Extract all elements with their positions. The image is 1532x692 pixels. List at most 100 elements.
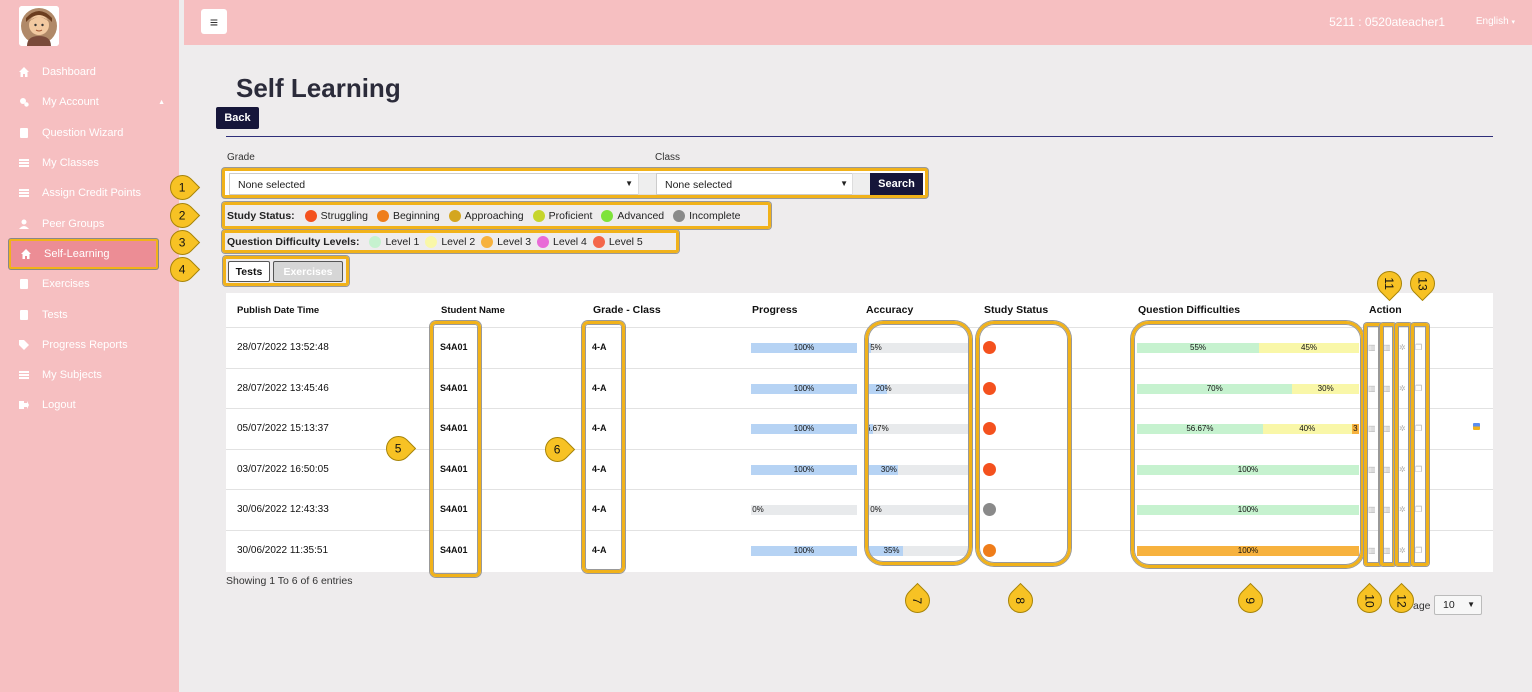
sidebar-item-label: My Subjects (42, 369, 102, 382)
callout-marker-7: 7 (899, 582, 936, 619)
callout-number: 10 (1362, 593, 1377, 608)
callout-marker-12: 12 (1383, 582, 1420, 619)
callout-number: 7 (910, 597, 925, 604)
home-icon (21, 248, 33, 259)
sidebar-item-label: My Account (42, 96, 99, 109)
tab-bar: Tests Exercises (223, 256, 349, 286)
publish-date: 30/06/2022 11:35:51 (237, 545, 329, 556)
list-icon (19, 370, 31, 380)
table-info: Showing 1 To 6 of 6 entries (226, 575, 353, 587)
caret-down-icon: ▼ (1467, 600, 1475, 609)
sidebar-item-self-learning[interactable]: Self-Learning (9, 238, 158, 270)
sidebar-item-progress-reports[interactable]: Progress Reports (0, 330, 179, 360)
callout-number: 3 (179, 235, 186, 250)
callout-number: 11 (1382, 277, 1397, 290)
sidebar: Dashboard My Account ▲ Question Wizard My Cl… (0, 0, 179, 692)
callout-number: 8 (1013, 597, 1028, 604)
highlight-accuracy-column (865, 321, 972, 565)
sidebar-item-dashboard[interactable]: Dashboard (0, 57, 179, 87)
difficulty-dot-icon (592, 235, 605, 248)
legend-level-3: Level 3 (481, 235, 531, 248)
header-study-status[interactable]: Study Status (984, 304, 1048, 316)
sidebar-item-question-wizard[interactable]: Question Wizard (0, 118, 179, 148)
highlight-grade-column (582, 321, 625, 573)
sidebar-item-my-account[interactable]: My Account ▲ (0, 87, 179, 117)
legend-level-2: Level 2 (425, 235, 475, 248)
study-status-title: Study Status: (227, 209, 295, 222)
filter-bar: None selected ▼ None selected ▼ Search (222, 168, 928, 198)
header-question-difficulties[interactable]: Question Difficulties (1138, 304, 1240, 316)
progress-text: 100% (793, 546, 815, 555)
highlight-status-column (976, 321, 1071, 566)
progress-bar: 100% (751, 424, 857, 435)
progress-bar: 100% (751, 464, 857, 475)
difficulty-dot-icon (425, 235, 438, 248)
caret-down-icon: ▼ (840, 179, 848, 188)
select-spacer (638, 173, 658, 195)
sidebar-item-label: Peer Groups (42, 217, 105, 230)
callout-number: 2 (179, 208, 186, 223)
book-icon (19, 279, 31, 290)
list-icon (19, 158, 31, 168)
status-dot-icon (601, 209, 614, 222)
book-icon (19, 127, 31, 138)
callout-marker-9: 9 (1232, 582, 1269, 619)
language-select[interactable]: English ▾ (1476, 16, 1515, 27)
publish-date: 28/07/2022 13:52:48 (237, 342, 329, 353)
publish-date: 05/07/2022 15:13:37 (237, 423, 329, 435)
tab-tests[interactable]: Tests (228, 261, 270, 282)
tags-icon (19, 339, 31, 350)
status-indicator-icon (1473, 423, 1480, 430)
page-size-select[interactable]: 10 ▼ (1434, 595, 1482, 615)
sidebar-item-label: Logout (42, 399, 76, 412)
sidebar-item-label: Exercises (42, 278, 90, 291)
sidebar-item-label: Assign Credit Points (42, 187, 142, 200)
legend-level-5: Level 5 (592, 235, 643, 248)
sidebar-item-logout[interactable]: Logout (0, 390, 179, 420)
sidebar-item-peer-groups[interactable]: Peer Groups (0, 208, 179, 238)
caret-down-icon: ▼ (625, 179, 633, 188)
tab-exercises[interactable]: Exercises (273, 261, 343, 282)
menu-toggle-button[interactable]: ≡ (201, 9, 227, 34)
status-dot-icon (673, 209, 686, 222)
callout-marker-10: 10 (1351, 582, 1388, 619)
legend-level-1: Level 1 (369, 235, 419, 248)
header-accuracy[interactable]: Accuracy (866, 304, 913, 316)
search-button[interactable]: Search (870, 173, 923, 195)
highlight-action-11 (1380, 323, 1396, 566)
sidebar-item-exercises[interactable]: Exercises (0, 269, 179, 299)
highlight-student-column (430, 321, 481, 577)
select-spacer (852, 173, 872, 195)
callout-number: 12 (1394, 593, 1409, 608)
sidebar-item-label: My Classes (42, 157, 99, 170)
user-info[interactable]: 5211 : 0520ateacher1 (1329, 15, 1445, 29)
progress-bar: 100% (751, 546, 857, 556)
sidebar-item-my-subjects[interactable]: My Subjects (0, 360, 179, 390)
callout-number: 4 (179, 262, 186, 277)
sidebar-item-label: Self-Learning (44, 247, 110, 260)
publish-date: 28/07/2022 13:45:46 (237, 382, 329, 394)
legend-struggling: Struggling (304, 209, 368, 222)
legend-approaching: Approaching (448, 209, 524, 222)
avatar[interactable] (19, 6, 59, 46)
publish-date: 03/07/2022 16:50:05 (237, 463, 329, 475)
difficulty-dot-icon (481, 235, 494, 248)
highlight-difficulty-column (1131, 321, 1364, 568)
sidebar-item-label: Tests (42, 308, 68, 321)
legend-advanced: Advanced (601, 209, 664, 222)
back-button[interactable]: Back (216, 107, 259, 129)
callout-number: 5 (395, 441, 402, 456)
class-select[interactable]: None selected ▼ (656, 173, 854, 195)
header-date[interactable]: Publish Date Time (237, 305, 319, 316)
sidebar-item-assign-credit-points[interactable]: Assign Credit Points (0, 178, 179, 208)
sidebar-item-my-classes[interactable]: My Classes (0, 148, 179, 178)
header-progress[interactable]: Progress (752, 304, 798, 316)
grade-select[interactable]: None selected ▼ (229, 173, 639, 195)
highlight-action-12 (1395, 323, 1412, 566)
header-grade-class[interactable]: Grade - Class (593, 304, 661, 316)
progress-bar: 100% (751, 343, 857, 353)
sidebar-item-tests[interactable]: Tests (0, 299, 179, 329)
header-student[interactable]: Student Name (441, 305, 505, 316)
difficulty-dot-icon (369, 235, 382, 248)
status-dot-icon (304, 209, 317, 222)
